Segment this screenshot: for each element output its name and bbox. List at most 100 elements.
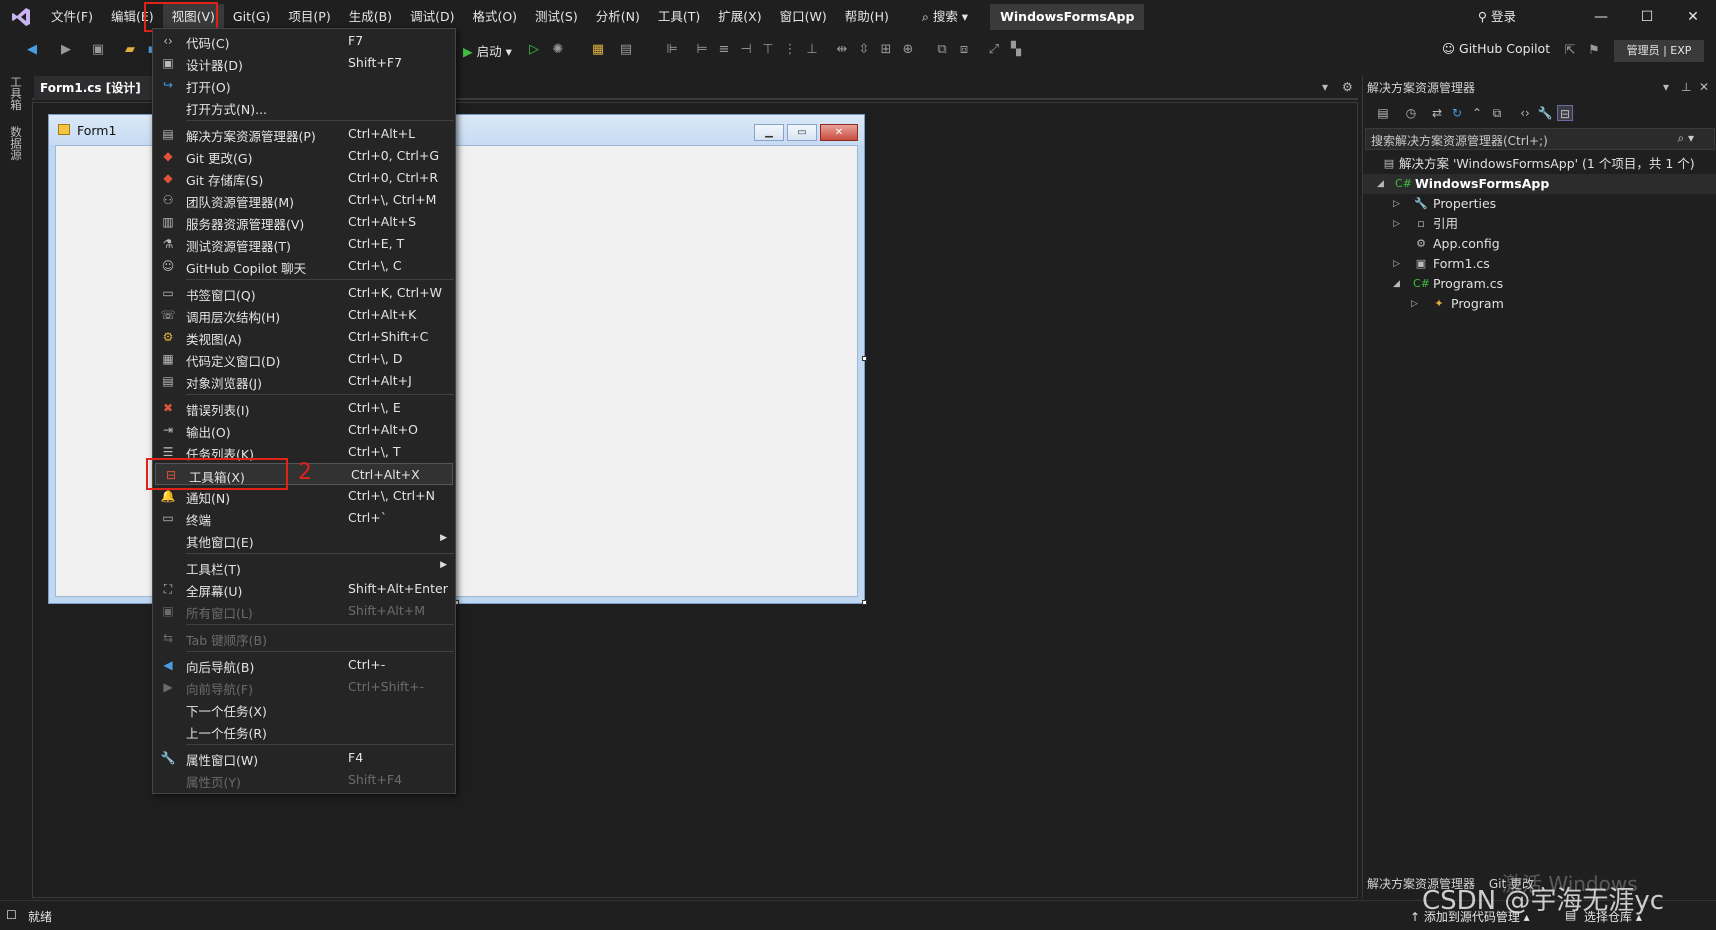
github-copilot-button[interactable]: ☺ GitHub Copilot <box>1442 41 1550 56</box>
tree-item-program-class[interactable]: ▷ ✦ Program <box>1363 294 1716 314</box>
tree-item-program-cs[interactable]: ◢ C# Program.cs <box>1363 274 1716 294</box>
align-right-icon[interactable]: ⊣ <box>738 42 754 58</box>
menu-item-open-with[interactable]: 打开方式(N)... <box>153 96 455 118</box>
menu-item-git-changes[interactable]: ◆ Git 更改(G) Ctrl+0, Ctrl+G <box>153 145 455 167</box>
menu-item-solution-explorer[interactable]: ▤ 解决方案资源管理器(P) Ctrl+Alt+L <box>153 123 455 145</box>
menu-help[interactable]: 帮助(H) <box>836 4 898 30</box>
settings-gear-icon[interactable]: ⚙ <box>1342 80 1353 94</box>
expanded-arrow-icon[interactable]: ◢ <box>1377 174 1387 194</box>
menu-item-team-explorer[interactable]: ⚇ 团队资源管理器(M) Ctrl+\, Ctrl+M <box>153 189 455 211</box>
menu-git[interactable]: Git(G) <box>224 4 280 30</box>
menu-item-code-definition[interactable]: ▦ 代码定义窗口(D) Ctrl+\, D <box>153 348 455 370</box>
menu-item-next-task[interactable]: 下一个任务(X) <box>153 698 455 720</box>
tree-item-references[interactable]: ▷ ▫ 引用 <box>1363 214 1716 234</box>
align-top-icon[interactable]: ⊤ <box>760 42 776 58</box>
panel-dropdown-icon[interactable]: ▾ <box>1663 80 1669 94</box>
tab-order-icon[interactable]: ⤢ <box>986 42 1002 58</box>
order-icon[interactable]: ⧉ <box>934 42 950 58</box>
align-middle-icon[interactable]: ⋮ <box>782 42 798 58</box>
menu-item-open[interactable]: ↪ 打开(O) <box>153 74 455 96</box>
history-icon[interactable]: ◷ <box>1403 105 1419 121</box>
search-icon[interactable]: ⌕ ▾ <box>1677 131 1694 146</box>
menu-extensions[interactable]: 扩展(X) <box>709 4 770 30</box>
menu-analyze[interactable]: 分析(N) <box>587 4 649 30</box>
solution-search-input[interactable]: 搜索解决方案资源管理器(Ctrl+;) ⌕ ▾ <box>1365 128 1715 150</box>
menu-item-call-hierarchy[interactable]: ☏ 调用层次结构(H) Ctrl+Alt+K <box>153 304 455 326</box>
toolbox-icon[interactable]: ▦ <box>590 42 606 58</box>
view-code-icon[interactable]: ‹› <box>1517 105 1533 121</box>
open-folder-icon[interactable]: ▰ <box>122 42 138 58</box>
menu-file[interactable]: 文件(F) <box>42 4 102 30</box>
menu-test[interactable]: 测试(S) <box>526 4 587 30</box>
zoom-icon[interactable]: ⊕ <box>900 42 916 58</box>
properties-wrench-icon[interactable]: 🔧 <box>1537 105 1553 121</box>
collapsed-arrow-icon[interactable]: ▷ <box>1393 214 1403 234</box>
menu-debug[interactable]: 调试(D) <box>401 4 463 30</box>
align-bottom-icon[interactable]: ⊥ <box>804 42 820 58</box>
tree-item-properties[interactable]: ▷ 🔧 Properties <box>1363 194 1716 214</box>
menu-item-copilot-chat[interactable]: ☺ GitHub Copilot 聊天 Ctrl+\, C <box>153 255 455 277</box>
switch-views-icon[interactable]: ▤ <box>1375 105 1391 121</box>
align-center-icon[interactable]: ≡ <box>716 42 732 58</box>
share-icon[interactable]: ⇱ <box>1562 43 1578 59</box>
size-icon[interactable]: ⇳ <box>856 42 872 58</box>
run-without-debug-icon[interactable]: ▷ <box>526 42 542 58</box>
collapse-all-icon[interactable]: ⌃ <box>1469 105 1485 121</box>
menu-item-error-list[interactable]: ✖ 错误列表(I) Ctrl+\, E <box>153 397 455 419</box>
order-back-icon[interactable]: ⧈ <box>956 42 972 58</box>
menu-item-object-browser[interactable]: ▤ 对象浏览器(J) Ctrl+Alt+J <box>153 370 455 392</box>
align-icon[interactable]: ⊨ <box>694 42 710 58</box>
menu-item-designer[interactable]: ▣ 设计器(D) Shift+F7 <box>153 52 455 74</box>
tab-list-dropdown-icon[interactable]: ▾ <box>1322 80 1328 94</box>
back-icon[interactable]: ◀ <box>24 42 40 58</box>
hot-reload-icon[interactable]: ✺ <box>550 42 566 58</box>
menu-build[interactable]: 生成(B) <box>340 4 401 30</box>
menu-tools[interactable]: 工具(T) <box>649 4 709 30</box>
menu-item-git-repository[interactable]: ◆ Git 存储库(S) Ctrl+0, Ctrl+R <box>153 167 455 189</box>
feedback-icon[interactable]: ⚑ <box>1586 43 1602 59</box>
menu-project[interactable]: 项目(P) <box>279 4 339 30</box>
forward-icon[interactable]: ▶ <box>58 42 74 58</box>
expanded-arrow-icon[interactable]: ◢ <box>1393 274 1403 294</box>
menu-item-code[interactable]: ‹› 代码(C) F7 <box>153 30 455 52</box>
copy-icon[interactable]: ⧉ <box>1489 105 1505 121</box>
panel-close-icon[interactable]: ✕ <box>1699 80 1709 94</box>
tree-item-project[interactable]: ◢ C# WindowsFormsApp <box>1363 174 1716 194</box>
align-left-icon[interactable]: ⊫ <box>664 42 680 58</box>
menu-item-full-screen[interactable]: ⛶ 全屏幕(U) Shift+Alt+Enter <box>153 578 455 600</box>
spacing-icon[interactable]: ⇹ <box>834 42 850 58</box>
close-icon[interactable]: ✕ <box>1670 0 1716 34</box>
minimize-icon[interactable]: — <box>1578 0 1624 34</box>
lock-icon[interactable]: ▚ <box>1008 42 1024 58</box>
tab-form1-design[interactable]: Form1.cs [设计] ⊣ <box>34 76 170 100</box>
menu-item-test-explorer[interactable]: ⚗ 测试资源管理器(T) Ctrl+E, T <box>153 233 455 255</box>
resize-handle-corner[interactable] <box>862 600 867 605</box>
menu-item-other-windows[interactable]: 其他窗口(E) ▶ <box>153 529 455 551</box>
pin-icon[interactable]: ⊥ <box>1681 80 1691 94</box>
start-button[interactable]: ▶ 启动 ▾ <box>463 41 512 60</box>
menu-item-toolbars[interactable]: 工具栏(T) ▶ <box>153 556 455 578</box>
menu-item-output[interactable]: ⇥ 输出(O) Ctrl+Alt+O <box>153 419 455 441</box>
maximize-icon[interactable]: ☐ <box>1624 0 1670 34</box>
tree-item-solution[interactable]: ▤ 解决方案 'WindowsFormsApp' (1 个项目，共 1 个) <box>1363 154 1716 174</box>
menu-item-navigate-backward[interactable]: ◀ 向后导航(B) Ctrl+- <box>153 654 455 676</box>
menu-item-class-view[interactable]: ⚙ 类视图(A) Ctrl+Shift+C <box>153 326 455 348</box>
new-item-icon[interactable]: ▣ <box>90 42 106 58</box>
menu-format[interactable]: 格式(O) <box>463 4 526 30</box>
search-box[interactable]: ⌕ 搜索 ▾ <box>912 5 978 29</box>
data-sources-side-tab[interactable]: 数据源 <box>8 126 24 161</box>
collapsed-arrow-icon[interactable]: ▷ <box>1411 294 1421 314</box>
menu-item-bookmarks[interactable]: ▭ 书签窗口(Q) Ctrl+K, Ctrl+W <box>153 282 455 304</box>
tree-item-app-config[interactable]: ⚙ App.config <box>1363 234 1716 254</box>
refresh-icon[interactable]: ↻ <box>1449 105 1465 121</box>
menu-window[interactable]: 窗口(W) <box>771 4 836 30</box>
toolbox-side-tab[interactable]: 工具箱 <box>8 76 24 111</box>
collapsed-arrow-icon[interactable]: ▷ <box>1393 194 1403 214</box>
sync-icon[interactable]: ⇄ <box>1429 105 1445 121</box>
collapsed-arrow-icon[interactable]: ▷ <box>1393 254 1403 274</box>
menu-item-properties-window[interactable]: 🔧 属性窗口(W) F4 <box>153 747 455 769</box>
resize-handle-right[interactable] <box>862 356 867 361</box>
menu-item-previous-task[interactable]: 上一个任务(R) <box>153 720 455 742</box>
preview-icon[interactable]: ⊟ <box>1557 105 1573 121</box>
menu-item-terminal[interactable]: ▭ 终端 Ctrl+` <box>153 507 455 529</box>
